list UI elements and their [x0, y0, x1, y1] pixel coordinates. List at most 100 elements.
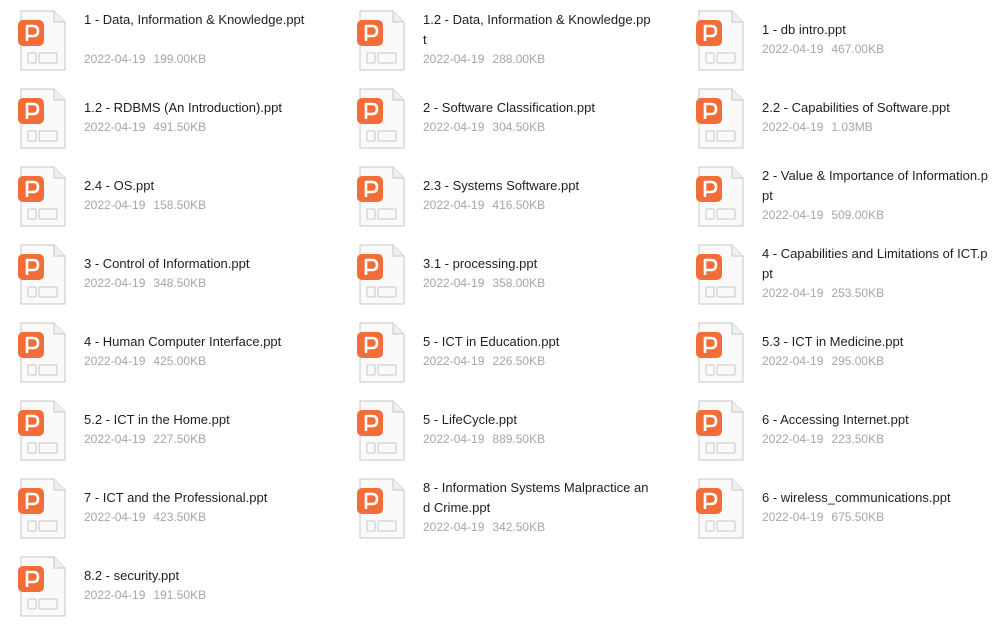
file-date: 2022-04-19 — [423, 354, 485, 368]
file-size: 467.00KB — [831, 42, 885, 56]
file-item[interactable]: 3.1 - processing.ppt 2022-04-19 358.00KB — [357, 244, 687, 314]
file-name[interactable]: 5 - LifeCycle.ppt — [423, 410, 651, 430]
file-meta: 2022-04-19 675.50KB — [762, 509, 884, 525]
file-size: 358.00KB — [492, 276, 546, 290]
file-name[interactable]: 5 - ICT in Education.ppt — [423, 332, 651, 352]
file-size: 199.00KB — [153, 52, 207, 66]
file-date: 2022-04-19 — [84, 198, 146, 212]
file-name[interactable]: 6 - wireless_communications.ppt — [762, 488, 990, 508]
file-meta: 2022-04-19 423.50KB — [84, 509, 206, 525]
file-name[interactable]: 8 - Information Systems Malpractice and … — [423, 478, 651, 518]
file-name[interactable]: 2.3 - Systems Software.ppt — [423, 176, 651, 196]
file-item[interactable]: 2.3 - Systems Software.ppt 2022-04-19 416.… — [357, 166, 687, 236]
file-item[interactable]: 3 - Control of Information.ppt 2022-04-19… — [18, 244, 348, 314]
file-size: 227.50KB — [153, 432, 207, 446]
file-meta: 2022-04-19 227.50KB — [84, 431, 206, 447]
file-name[interactable]: 1 - db intro.ppt — [762, 20, 990, 40]
file-date: 2022-04-19 — [84, 432, 146, 446]
powerpoint-file-icon — [357, 400, 405, 462]
powerpoint-file-icon — [18, 400, 66, 462]
file-name[interactable]: 3 - Control of Information.ppt — [84, 254, 312, 274]
file-name[interactable]: 6 - Accessing Internet.ppt — [762, 410, 990, 430]
file-date: 2022-04-19 — [762, 208, 824, 222]
file-item[interactable]: 6 - Accessing Internet.ppt 2022-04-19 223.… — [696, 400, 1000, 470]
file-meta: 2022-04-19 223.50KB — [762, 431, 884, 447]
file-meta: 2022-04-19 288.00KB — [423, 51, 545, 67]
file-size: 423.50KB — [153, 510, 207, 524]
file-size: 675.50KB — [831, 510, 885, 524]
file-item[interactable]: 1 - db intro.ppt 2022-04-19 467.00KB — [696, 10, 1000, 80]
file-meta: 2022-04-19 191.50KB — [84, 587, 206, 603]
file-meta: 2022-04-19 467.00KB — [762, 41, 884, 57]
file-date: 2022-04-19 — [762, 42, 824, 56]
file-item[interactable]: 8.2 - security.ppt 2022-04-19 191.50KB — [18, 556, 348, 626]
file-size: 191.50KB — [153, 588, 207, 602]
powerpoint-file-icon — [18, 10, 66, 72]
file-size: 295.00KB — [831, 354, 885, 368]
file-meta: 2022-04-19 304.50KB — [423, 119, 545, 135]
powerpoint-file-icon — [696, 478, 744, 540]
file-size: 253.50KB — [831, 286, 885, 300]
file-date: 2022-04-19 — [762, 286, 824, 300]
file-name[interactable]: 4 - Capabilities and Limitations of ICT.… — [762, 244, 990, 284]
file-size: 223.50KB — [831, 432, 885, 446]
file-item[interactable]: 2 - Value & Importance of Information.pp… — [696, 166, 1000, 236]
file-item[interactable]: 2 - Software Classification.ppt 2022-04-1… — [357, 88, 687, 158]
file-name[interactable]: 4 - Human Computer Interface.ppt — [84, 332, 312, 352]
file-meta: 2022-04-19 889.50KB — [423, 431, 545, 447]
file-date: 2022-04-19 — [423, 120, 485, 134]
file-item[interactable]: 4 - Capabilities and Limitations of ICT.… — [696, 244, 1000, 314]
file-item[interactable]: 2.2 - Capabilities of Software.ppt 2022-0… — [696, 88, 1000, 158]
file-name[interactable]: 3.1 - processing.ppt — [423, 254, 651, 274]
file-size: 1.03MB — [831, 120, 873, 134]
powerpoint-file-icon — [18, 88, 66, 150]
file-date: 2022-04-19 — [423, 276, 485, 290]
file-item[interactable]: 7 - ICT and the Professional.ppt 2022-04-… — [18, 478, 348, 548]
powerpoint-file-icon — [18, 244, 66, 306]
powerpoint-file-icon — [357, 244, 405, 306]
file-item[interactable]: 1.2 - RDBMS (An Introduction).ppt 2022-04… — [18, 88, 348, 158]
file-date: 2022-04-19 — [84, 510, 146, 524]
file-meta: 2022-04-19 416.50KB — [423, 197, 545, 213]
file-date: 2022-04-19 — [84, 588, 146, 602]
file-item[interactable]: 2.4 - OS.ppt 2022-04-19 158.50KB — [18, 166, 348, 236]
file-name[interactable]: 1.2 - Data, Information & Knowledge.ppt — [423, 10, 651, 50]
powerpoint-file-icon — [18, 166, 66, 228]
file-meta: 2022-04-19 348.50KB — [84, 275, 206, 291]
file-size: 889.50KB — [492, 432, 546, 446]
file-meta: 2022-04-19 1.03MB — [762, 119, 873, 135]
powerpoint-file-icon — [18, 478, 66, 540]
file-name[interactable]: 5.2 - ICT in the Home.ppt — [84, 410, 312, 430]
file-name[interactable]: 8.2 - security.ppt — [84, 566, 312, 586]
file-meta: 2022-04-19 226.50KB — [423, 353, 545, 369]
file-name[interactable]: 2 - Software Classification.ppt — [423, 98, 651, 118]
file-item[interactable]: 4 - Human Computer Interface.ppt 2022-04-… — [18, 322, 348, 392]
file-date: 2022-04-19 — [762, 120, 824, 134]
file-item[interactable]: 5.3 - ICT in Medicine.ppt 2022-04-19 295.0… — [696, 322, 1000, 392]
file-meta: 2022-04-19 342.50KB — [423, 519, 545, 535]
file-name[interactable]: 2 - Value & Importance of Information.pp… — [762, 166, 990, 206]
file-name[interactable]: 5.3 - ICT in Medicine.ppt — [762, 332, 990, 352]
file-size: 348.50KB — [153, 276, 207, 290]
file-item[interactable]: 1 - Data, Information & Knowledge.ppt 202… — [18, 10, 348, 80]
file-item[interactable]: 5.2 - ICT in the Home.ppt 2022-04-19 227.5… — [18, 400, 348, 470]
powerpoint-file-icon — [357, 88, 405, 150]
file-item[interactable]: 8 - Information Systems Malpractice and … — [357, 478, 687, 548]
file-name[interactable]: 1 - Data, Information & Knowledge.ppt — [84, 10, 312, 30]
file-meta: 2022-04-19 253.50KB — [762, 285, 884, 301]
file-meta: 2022-04-19 358.00KB — [423, 275, 545, 291]
file-name[interactable]: 7 - ICT and the Professional.ppt — [84, 488, 312, 508]
file-name[interactable]: 2.2 - Capabilities of Software.ppt — [762, 98, 990, 118]
file-date: 2022-04-19 — [84, 276, 146, 290]
file-name[interactable]: 1.2 - RDBMS (An Introduction).ppt — [84, 98, 312, 118]
file-size: 342.50KB — [492, 520, 546, 534]
file-meta: 2022-04-19 199.00KB — [84, 51, 206, 67]
file-item[interactable]: 6 - wireless_communications.ppt 2022-04-1… — [696, 478, 1000, 548]
file-date: 2022-04-19 — [762, 354, 824, 368]
powerpoint-file-icon — [357, 10, 405, 72]
file-date: 2022-04-19 — [423, 198, 485, 212]
file-name[interactable]: 2.4 - OS.ppt — [84, 176, 312, 196]
file-item[interactable]: 5 - ICT in Education.ppt 2022-04-19 226.50… — [357, 322, 687, 392]
file-item[interactable]: 1.2 - Data, Information & Knowledge.ppt 2… — [357, 10, 687, 80]
file-item[interactable]: 5 - LifeCycle.ppt 2022-04-19 889.50KB — [357, 400, 687, 470]
